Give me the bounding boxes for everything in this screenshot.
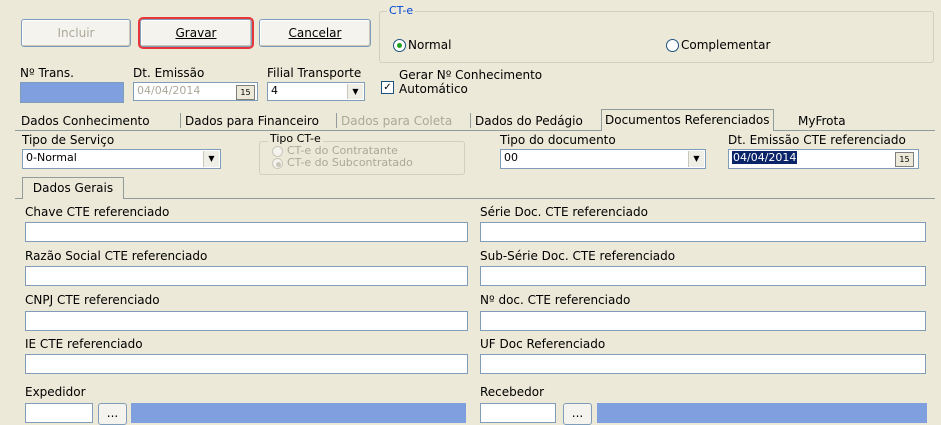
gerar-label-1: Gerar Nº Conhecimento: [399, 68, 543, 82]
recebedor-search-button[interactable]: ...: [563, 403, 592, 425]
cte-normal-label: Normal: [408, 38, 452, 52]
ie-field[interactable]: [25, 354, 468, 374]
tab-dados-financeiro[interactable]: Dados para Financeiro: [182, 112, 322, 130]
tipo-cte-subcontratado-label: CT-e do Subcontratado: [287, 156, 413, 169]
filial-value: 4: [271, 84, 278, 97]
tab-dados-pedagio[interactable]: Dados do Pedágio: [472, 112, 586, 130]
tabs-baseline: [15, 130, 935, 131]
tab-divider: [470, 113, 471, 128]
expedidor-code-field[interactable]: [25, 403, 93, 423]
tab-dados-conhecimento[interactable]: Dados Conhecimento: [18, 112, 153, 130]
chevron-down-icon: ▼: [203, 151, 219, 167]
tab-documentos-referenciados[interactable]: Documentos Referenciados: [601, 109, 774, 131]
cnpj-value: . . / -: [36, 329, 85, 330]
tab-dados-gerais[interactable]: Dados Gerais: [22, 177, 124, 199]
tab-divider: [180, 113, 181, 128]
tab-dados-coleta[interactable]: Dados para Coleta: [338, 112, 455, 130]
calendar-icon[interactable]: 15: [895, 152, 914, 167]
cte-groupbox: [379, 11, 934, 63]
dt-emissao-ref-field[interactable]: 04/04/2014: [728, 149, 919, 169]
tipo-cte-subcontratado-radio[interactable]: [272, 158, 283, 169]
ntrans-label: Nº Trans.: [20, 66, 74, 80]
cnpj-label: CNPJ CTE referenciado: [25, 293, 160, 307]
tipo-cte-contratante-radio[interactable]: [272, 146, 283, 157]
cte-normal-radio[interactable]: [393, 39, 406, 52]
recebedor-label: Recebedor: [480, 385, 545, 399]
chave-label: Chave CTE referenciado: [25, 205, 170, 219]
subserie-field[interactable]: [480, 266, 926, 286]
filial-label: Filial Transporte: [267, 66, 362, 80]
ie-label: IE CTE referenciado: [25, 337, 143, 351]
subtab-baseline: [15, 198, 935, 199]
dt-emissao-ref-label: Dt. Emissão CTE referenciado: [728, 133, 906, 147]
cte-group-title: CT-e: [387, 4, 416, 17]
tipo-doc-label: Tipo do documento: [500, 133, 616, 147]
expedidor-search-button[interactable]: ...: [98, 403, 127, 425]
expedidor-label: Expedidor: [25, 385, 86, 399]
recebedor-name-field: [597, 403, 927, 423]
chevron-down-icon: ▼: [688, 151, 704, 167]
dt-emissao-ref-value: 04/04/2014: [732, 151, 798, 164]
serie-label: Série Doc. CTE referenciado: [480, 205, 648, 219]
chave-field[interactable]: [25, 222, 468, 242]
tipo-servico-value: 0-Normal: [26, 151, 77, 164]
razao-field[interactable]: [25, 266, 468, 286]
gravar-button[interactable]: Gravar: [138, 17, 254, 49]
cancelar-button[interactable]: Cancelar: [259, 19, 371, 47]
cte-complementar-label: Complementar: [681, 38, 771, 52]
ndoc-label: Nº doc. CTE referenciado: [480, 293, 631, 307]
uf-field[interactable]: [480, 354, 926, 374]
incluir-button[interactable]: Incluir: [21, 19, 131, 47]
calendar-icon[interactable]: 15: [236, 85, 255, 100]
tipo-servico-label: Tipo de Serviço: [22, 133, 115, 147]
dt-emissao-value: 04/04/2014: [137, 84, 201, 97]
ndoc-field[interactable]: [480, 311, 926, 331]
razao-label: Razão Social CTE referenciado: [25, 249, 208, 263]
gerar-label-2: Automático: [399, 82, 468, 96]
tab-divider: [336, 113, 337, 128]
serie-field[interactable]: [480, 222, 926, 242]
recebedor-code-field[interactable]: [480, 403, 556, 423]
uf-label: UF Doc Referenciado: [480, 337, 606, 351]
filial-select[interactable]: 4 ▼: [267, 82, 365, 101]
tipo-doc-select[interactable]: 00 ▼: [500, 149, 706, 169]
expedidor-name-field: [131, 403, 466, 423]
tab-myfrota[interactable]: MyFrota: [795, 112, 849, 130]
gerar-checkbox[interactable]: ✓: [381, 81, 394, 94]
chevron-down-icon: ▼: [347, 84, 363, 99]
tipo-doc-value: 00: [504, 151, 518, 164]
ntrans-field[interactable]: [20, 82, 124, 103]
subserie-label: Sub-Série Doc. CTE referenciado: [480, 249, 676, 263]
dt-emissao-label: Dt. Emissão: [133, 66, 205, 80]
tipo-servico-select[interactable]: 0-Normal ▼: [22, 149, 221, 169]
cnpj-field[interactable]: . . / -: [25, 311, 468, 331]
cte-complementar-radio[interactable]: [666, 39, 679, 52]
